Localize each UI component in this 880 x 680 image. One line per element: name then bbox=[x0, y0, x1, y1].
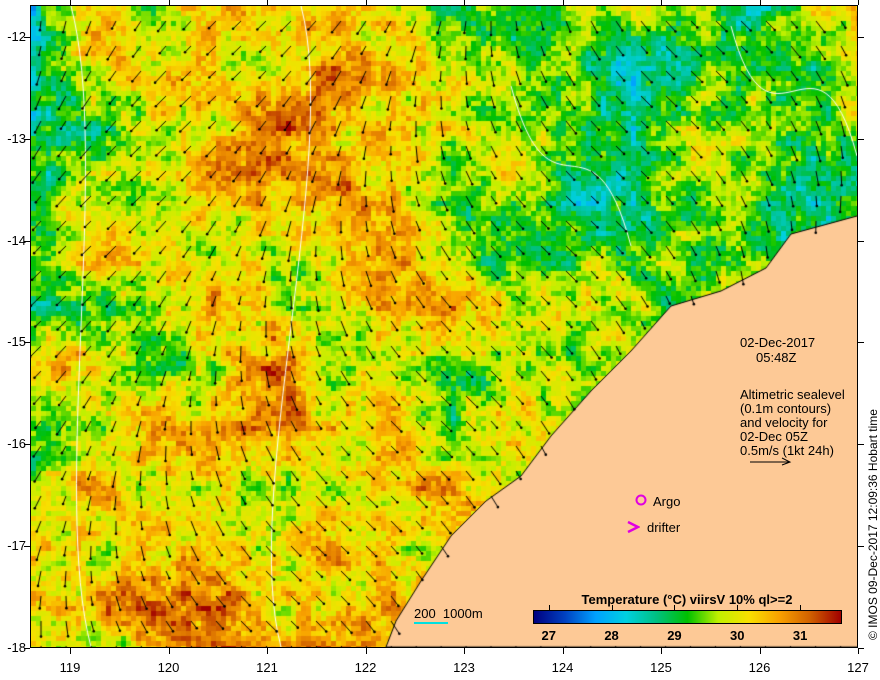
lat-tick-right bbox=[858, 546, 864, 547]
sst-map[interactable] bbox=[30, 5, 858, 648]
lat-tick-right bbox=[858, 647, 864, 649]
depth-contour-swatch bbox=[414, 622, 448, 624]
colorbar-tick bbox=[800, 605, 802, 610]
lon-tick bbox=[267, 648, 268, 654]
lat-tick-right bbox=[858, 37, 864, 38]
colorbar-tick bbox=[674, 605, 676, 610]
lon-label: 124 bbox=[551, 660, 574, 675]
time-label: 05:48Z bbox=[756, 350, 797, 365]
lon-tick bbox=[168, 648, 170, 654]
lon-tick-top bbox=[464, 0, 465, 5]
lat-label: -15 bbox=[7, 334, 26, 350]
sst-field bbox=[31, 6, 857, 647]
lon-tick-top bbox=[365, 0, 367, 5]
depth-scale-label: 200 1000m bbox=[414, 606, 483, 621]
drifter-label: drifter bbox=[647, 520, 681, 535]
lon-tick bbox=[858, 648, 859, 654]
lon-label: 127 bbox=[847, 660, 869, 675]
argo-label: Argo bbox=[653, 494, 681, 509]
lat-tick-right bbox=[858, 444, 864, 446]
colorbar-tick bbox=[737, 605, 739, 610]
lat-label: -14 bbox=[7, 232, 26, 248]
legend-line-4: 02-Dec 05Z bbox=[740, 429, 808, 444]
lon-tick bbox=[365, 648, 367, 654]
colorbar-tick bbox=[611, 605, 613, 610]
lon-label: 125 bbox=[650, 660, 672, 675]
lon-tick-top bbox=[70, 0, 71, 5]
lon-label: 126 bbox=[748, 660, 771, 675]
lon-tick bbox=[70, 648, 71, 654]
legend-line-3: and velocity for bbox=[740, 415, 828, 430]
date-label: 02-Dec-2017 bbox=[740, 335, 816, 350]
lon-tick bbox=[661, 648, 662, 654]
colorbar-label: 28 bbox=[604, 628, 619, 643]
colorbar bbox=[533, 610, 842, 624]
lat-tick-right bbox=[858, 240, 864, 242]
lon-tick-top bbox=[759, 0, 761, 5]
colorbar-label: 31 bbox=[792, 628, 808, 643]
lat-label: -17 bbox=[7, 538, 26, 553]
argo-marker-icon bbox=[635, 494, 647, 506]
lat-label: -12 bbox=[7, 29, 26, 44]
lon-tick-top bbox=[858, 0, 859, 5]
legend-line-2: (0.1m contours) bbox=[740, 401, 832, 416]
lat-tick-right bbox=[858, 138, 864, 140]
colorbar-title: Temperature (°C) viirsV 10% ql>=2 bbox=[581, 592, 793, 607]
lon-label: 121 bbox=[256, 660, 278, 675]
colorbar-tick bbox=[548, 605, 550, 610]
lon-tick-top bbox=[168, 0, 170, 5]
lon-tick-top bbox=[267, 0, 268, 5]
lon-tick-top bbox=[562, 0, 564, 5]
colorbar-label: 29 bbox=[667, 628, 682, 643]
velocity-scale-arrow-icon bbox=[750, 457, 792, 466]
legend-line-1: Altimetric sealevel bbox=[740, 387, 845, 402]
lat-label: -18 bbox=[7, 639, 26, 655]
lon-label: 122 bbox=[354, 660, 377, 675]
drifter-marker-icon bbox=[627, 520, 640, 534]
lon-tick bbox=[562, 648, 564, 654]
lat-label: -13 bbox=[7, 130, 26, 146]
colorbar-label: 30 bbox=[730, 628, 745, 643]
lon-label: 120 bbox=[157, 660, 180, 675]
lon-label: 123 bbox=[453, 660, 475, 675]
lon-tick bbox=[759, 648, 761, 654]
colorbar-label: 27 bbox=[541, 628, 556, 643]
lon-tick-top bbox=[661, 0, 662, 5]
credit-text: © IMOS 09-Dec-2017 12:09:36 Hobart time bbox=[866, 409, 880, 640]
lon-tick bbox=[464, 648, 465, 654]
lat-label: -16 bbox=[7, 436, 26, 452]
lat-tick-right bbox=[858, 342, 864, 344]
lon-label: 119 bbox=[59, 660, 81, 675]
